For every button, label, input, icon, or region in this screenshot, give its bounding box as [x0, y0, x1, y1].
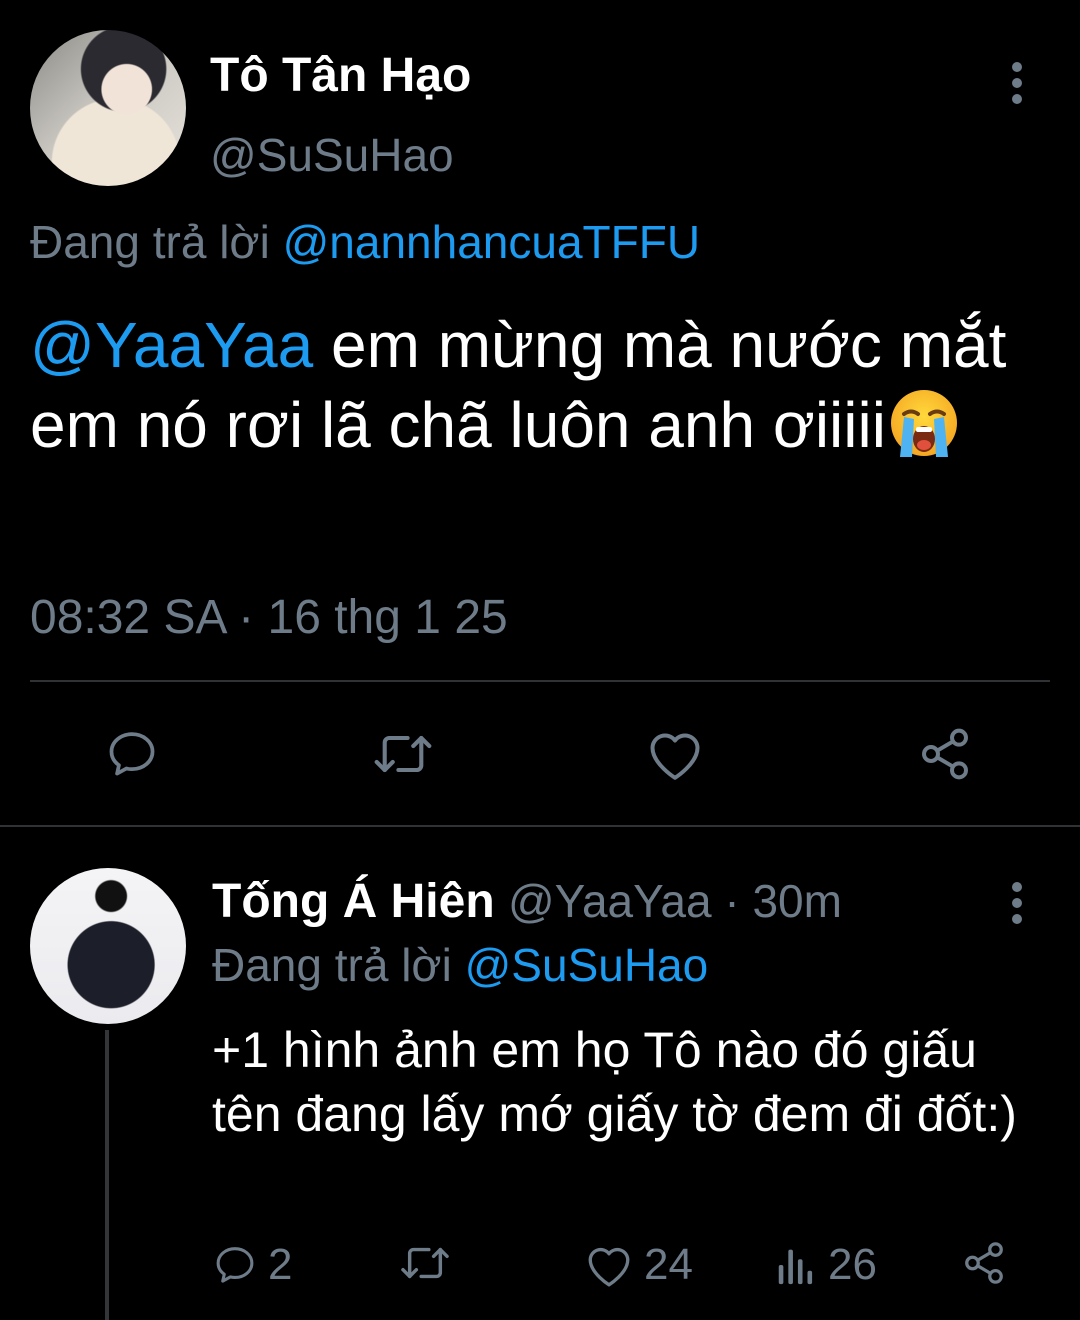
- reply-replying-to-handle[interactable]: @SuSuHao: [465, 939, 709, 991]
- loudly-crying-face-icon: [888, 387, 960, 459]
- like-icon: [588, 1247, 630, 1287]
- view-count: 26: [828, 1240, 877, 1289]
- retweet-button[interactable]: [371, 726, 435, 782]
- author-name[interactable]: Tô Tân Hạo: [210, 48, 471, 103]
- header-separator: ·: [711, 875, 753, 927]
- reply-time-ago[interactable]: 30m: [752, 875, 841, 927]
- reply-share-button[interactable]: [960, 1240, 1008, 1286]
- reply-author-handle[interactable]: @YaaYaa: [508, 875, 712, 927]
- share-icon: [922, 728, 968, 780]
- author-avatar[interactable]: [30, 30, 186, 186]
- like-count: 24: [644, 1240, 693, 1289]
- retweet-icon: [374, 735, 432, 773]
- like-icon: [650, 733, 700, 780]
- tweet-timestamp[interactable]: 08:32 SA · 16 thg 1 25: [30, 590, 508, 645]
- views-button[interactable]: 26: [774, 1240, 877, 1290]
- retweet-icon: [401, 1247, 449, 1279]
- thread-line: [105, 1030, 109, 1320]
- share-button[interactable]: [915, 726, 975, 782]
- reply-count: 2: [268, 1240, 293, 1289]
- section-divider: [0, 825, 1080, 827]
- reply-header: Tống Á Hiên @YaaYaa · 30m: [212, 874, 842, 929]
- more-options-icon[interactable]: [1011, 62, 1023, 104]
- share-icon: [965, 1242, 1003, 1284]
- tweet-text: @YaaYaa em mừng mà nước mắt em nó rơi lã…: [30, 305, 1050, 465]
- mention-link[interactable]: @YaaYaa: [30, 309, 313, 381]
- divider: [30, 680, 1050, 682]
- replying-to-handle[interactable]: @nannhancuaTFFU: [283, 216, 700, 268]
- replying-to-label: Đang trả lời: [30, 216, 270, 268]
- views-icon: [778, 1249, 813, 1285]
- reply-replying-to-label: Đang trả lời: [212, 939, 452, 991]
- reply-replying-to-line: Đang trả lời @SuSuHao: [212, 938, 708, 992]
- reply-icon: [216, 1247, 254, 1283]
- reply-author-avatar[interactable]: [30, 868, 186, 1024]
- replying-to-line: Đang trả lời @nannhancuaTFFU: [30, 215, 700, 269]
- reply-more-options-icon[interactable]: [1011, 882, 1023, 924]
- reply-text: +1 hình ảnh em họ Tô nào đó giấu tên đan…: [212, 1022, 1017, 1142]
- reply-retweet-button[interactable]: [398, 1240, 462, 1286]
- reply-author-name[interactable]: Tống Á Hiên: [212, 875, 495, 928]
- author-handle[interactable]: @SuSuHao: [210, 128, 454, 182]
- reply-reply-button[interactable]: 2: [212, 1240, 292, 1290]
- reply-button[interactable]: [104, 726, 160, 782]
- reply-like-button[interactable]: 24: [584, 1240, 693, 1290]
- reply-icon: [109, 732, 155, 776]
- like-button[interactable]: [645, 726, 705, 782]
